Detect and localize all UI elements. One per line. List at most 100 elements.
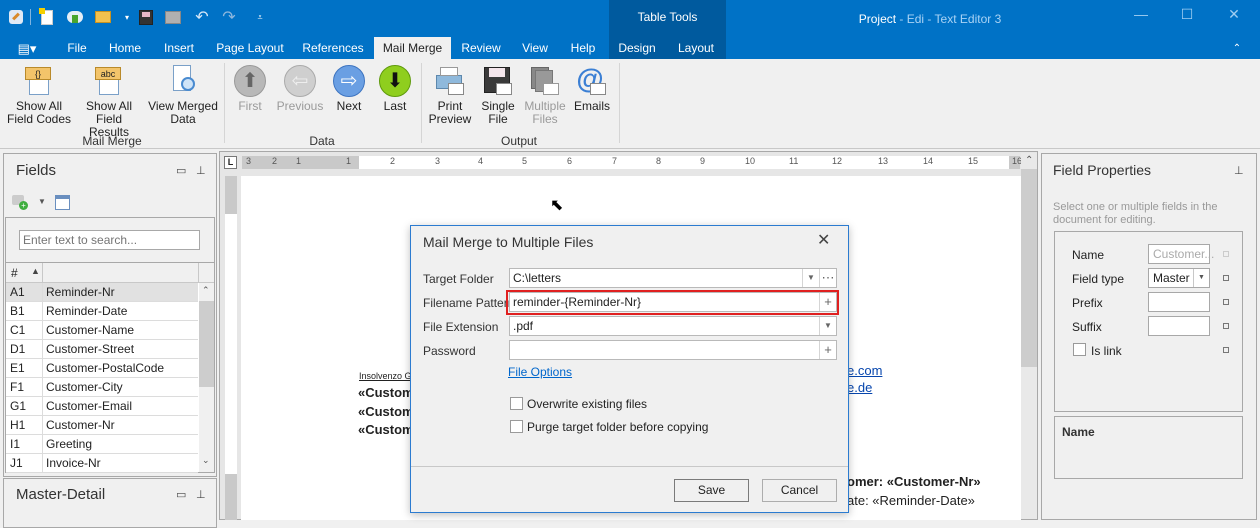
backstage-menu-icon[interactable]: ▤▾ <box>12 40 42 59</box>
print-preview-icon[interactable] <box>164 8 182 26</box>
tab-stop-selector[interactable]: L <box>224 156 237 169</box>
previous-record-button[interactable]: ⇦ Previous <box>276 59 324 113</box>
password-plus-icon[interactable]: + <box>819 341 836 359</box>
suffix-input[interactable] <box>1148 316 1210 336</box>
save-icon[interactable] <box>137 8 155 26</box>
target-folder-dropdown-icon[interactable]: ▼ <box>802 269 819 287</box>
field-row[interactable]: D1 Customer-Street <box>6 340 198 359</box>
ruler-text-area <box>359 156 1009 169</box>
add-field-icon[interactable]: + <box>12 195 28 210</box>
is-link-reset-icon[interactable] <box>1223 347 1229 353</box>
vertical-ruler[interactable] <box>225 176 237 520</box>
field-row[interactable]: G1 Customer-Email <box>6 397 198 416</box>
last-record-button[interactable]: ⬇ Last <box>376 59 414 113</box>
email-link[interactable]: e.com <box>847 363 882 378</box>
tab-layout[interactable]: Layout <box>672 40 720 59</box>
first-record-button[interactable]: ⬆ First <box>231 59 269 113</box>
scroll-up-icon[interactable]: ⌃ <box>1025 155 1033 166</box>
single-file-button[interactable]: Single File <box>478 59 518 126</box>
prefix-input[interactable] <box>1148 292 1210 312</box>
filename-pattern-value: reminder-{Reminder-Nr} <box>513 295 642 309</box>
purge-checkbox[interactable] <box>510 420 523 433</box>
field-row[interactable]: J1 Invoice-Nr <box>6 454 198 473</box>
grid-scrollbar[interactable]: ⌃ ⌄ <box>199 283 214 472</box>
pin-icon[interactable]: ⊥ <box>196 164 206 177</box>
cancel-button[interactable]: Cancel <box>762 479 837 502</box>
field-name: Customer-Nr <box>46 418 115 432</box>
column-header-id[interactable]: # <box>11 266 18 280</box>
maximize-panel-icon[interactable]: ▭ <box>176 488 186 501</box>
fields-search-input[interactable] <box>19 230 200 250</box>
minimize-button[interactable]: — <box>1126 6 1156 26</box>
suffix-reset-icon[interactable] <box>1223 323 1229 329</box>
insert-field-plus-icon[interactable]: + <box>819 293 836 311</box>
app-icon[interactable] <box>7 8 25 26</box>
arrow-left-icon: ⇦ <box>284 65 316 97</box>
next-record-button[interactable]: ⇨ Next <box>330 59 368 113</box>
scrollbar-thumb[interactable] <box>1021 169 1037 367</box>
field-codes-icon: {} <box>23 65 55 97</box>
tab-design[interactable]: Design <box>615 40 659 59</box>
browse-folder-icon[interactable]: ⋯ <box>819 269 836 287</box>
field-row[interactable]: A1 Reminder-Nr <box>6 283 198 302</box>
tab-view[interactable]: View <box>517 40 553 59</box>
field-type-reset-icon[interactable] <box>1223 275 1229 281</box>
filename-pattern-input[interactable]: reminder-{Reminder-Nr} + <box>509 292 837 312</box>
download-icon[interactable] <box>66 8 84 26</box>
dialog-close-icon[interactable]: ✕ <box>817 230 830 250</box>
add-field-dropdown-icon[interactable]: ▼ <box>38 197 46 206</box>
maximize-panel-icon[interactable]: ▭ <box>176 164 186 177</box>
print-preview-button[interactable]: Print Preview <box>428 59 472 126</box>
show-all-field-codes-button[interactable]: {} Show All Field Codes <box>6 59 72 126</box>
horizontal-ruler[interactable]: 3 2 1 1 2 3 4 5 6 7 8 9 10 11 12 13 14 15 16 <box>242 156 1022 169</box>
tab-home[interactable]: Home <box>104 40 146 59</box>
emails-button[interactable]: @ Emails <box>572 59 612 113</box>
file-extension-dropdown-icon[interactable]: ▼ <box>819 317 836 335</box>
open-dropdown-icon[interactable]: ▾ <box>118 8 136 26</box>
field-row[interactable]: B1 Reminder-Date <box>6 302 198 321</box>
redo-icon[interactable]: ↷ <box>220 8 238 26</box>
tab-references[interactable]: References <box>298 40 368 59</box>
collapse-ribbon-icon[interactable]: ⌃ <box>1228 40 1246 59</box>
website-link[interactable]: e.de <box>847 380 872 395</box>
scrollbar-thumb[interactable] <box>199 301 214 387</box>
prefix-reset-icon[interactable] <box>1223 299 1229 305</box>
file-options-link[interactable]: File Options <box>508 365 572 379</box>
field-row[interactable]: C1 Customer-Name <box>6 321 198 340</box>
multiple-files-button[interactable]: Multiple Files <box>522 59 568 126</box>
file-extension-select[interactable]: .pdf ▼ <box>509 316 837 336</box>
view-merged-data-button[interactable]: View Merged Data <box>148 59 218 126</box>
target-folder-input[interactable]: C:\letters ▼ ⋯ <box>509 268 837 288</box>
field-type-dropdown-icon[interactable]: ▼ <box>1193 269 1209 287</box>
overwrite-checkbox[interactable] <box>510 397 523 410</box>
scroll-up-icon[interactable]: ⌃ <box>202 285 210 296</box>
field-row[interactable]: E1 Customer-PostalCode <box>6 359 198 378</box>
new-document-icon[interactable] <box>38 7 56 26</box>
field-row[interactable]: F1 Customer-City <box>6 378 198 397</box>
password-input[interactable]: + <box>509 340 837 360</box>
save-button[interactable]: Save <box>674 479 749 502</box>
customize-qat-icon[interactable]: ⩡ <box>251 8 269 26</box>
calendar-icon[interactable] <box>55 195 70 210</box>
scroll-down-icon[interactable]: ⌄ <box>202 455 210 466</box>
tab-review[interactable]: Review <box>457 40 505 59</box>
field-row[interactable]: I1 Greeting <box>6 435 198 454</box>
name-input[interactable]: Customer... <box>1148 244 1214 264</box>
field-type-select[interactable]: Master ▼ <box>1148 268 1210 288</box>
tab-file[interactable]: File <box>62 40 92 59</box>
editor-scrollbar[interactable]: ⌃ <box>1021 153 1037 519</box>
open-folder-icon[interactable] <box>94 8 112 26</box>
tab-insert[interactable]: Insert <box>158 40 200 59</box>
undo-icon[interactable]: ↶ <box>193 8 211 26</box>
field-row[interactable]: H1 Customer-Nr <box>6 416 198 435</box>
tab-page-layout[interactable]: Page Layout <box>213 40 287 59</box>
close-button[interactable]: ✕ <box>1219 6 1249 26</box>
is-link-checkbox[interactable] <box>1073 343 1086 356</box>
name-reset-icon[interactable] <box>1223 251 1229 257</box>
maximize-button[interactable]: ☐ <box>1172 6 1202 26</box>
tab-help[interactable]: Help <box>564 40 602 59</box>
pin-icon[interactable]: ⊥ <box>1234 164 1244 177</box>
tab-mail-merge[interactable]: Mail Merge <box>374 37 451 59</box>
pin-icon[interactable]: ⊥ <box>196 488 206 501</box>
show-all-field-results-button[interactable]: abc Show All Field Results <box>76 59 142 139</box>
